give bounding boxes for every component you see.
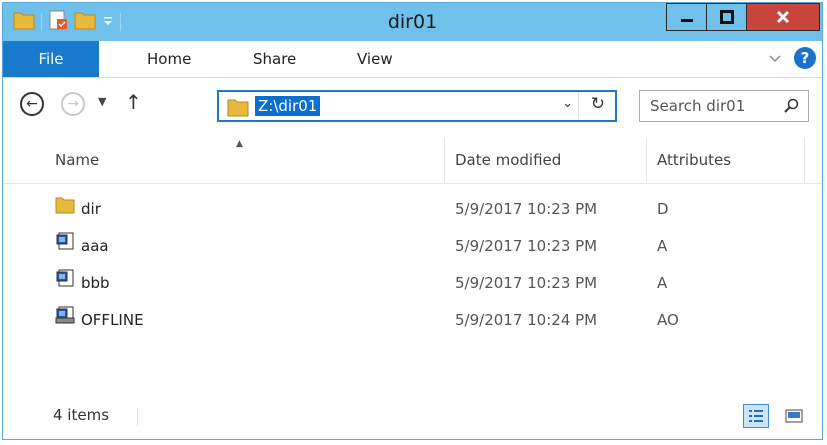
address-bar[interactable]: Z:\dir01 ⌄ ↻ [217,90,617,122]
file-row[interactable]: dir 5/9/2017 10:23 PM D [45,191,805,228]
file-row[interactable]: aaa 5/9/2017 10:23 PM A [45,228,805,265]
window-controls [666,3,820,31]
column-headers: ▲ Name Date modified Attributes [3,137,822,184]
search-input[interactable]: Search dir01 [650,97,745,115]
details-view-icon [749,410,763,422]
help-icon[interactable]: ? [794,47,816,69]
folder-icon [55,191,75,228]
large-icons-view-icon [785,409,803,423]
close-button[interactable] [746,3,820,31]
new-folder-icon[interactable] [74,10,96,34]
recent-locations-button[interactable]: ▼ [98,95,106,108]
tab-file[interactable]: File [3,41,99,77]
minimize-icon [680,19,693,22]
column-header-date-modified[interactable]: Date modified [445,137,647,183]
file-icon [55,228,75,265]
expand-ribbon-icon[interactable] [768,49,782,68]
search-icon[interactable] [784,98,800,118]
forward-button[interactable]: → [61,92,85,116]
folder-icon [13,10,35,34]
up-button[interactable]: ↑ [125,90,142,114]
file-attributes: A [657,237,668,255]
details-view-button[interactable] [743,404,769,428]
offline-file-icon [55,302,75,339]
column-header-attributes[interactable]: Attributes [647,137,805,183]
file-row[interactable]: bbb 5/9/2017 10:23 PM A [45,265,805,302]
file-name: OFFLINE [81,311,144,329]
file-attributes: D [657,200,669,218]
tab-view[interactable]: View [357,41,393,77]
file-name: dir [81,200,101,218]
file-date-modified: 5/9/2017 10:23 PM [455,274,598,292]
search-box[interactable]: Search dir01 [639,90,809,122]
file-date-modified: 5/9/2017 10:23 PM [455,200,598,218]
tab-share[interactable]: Share [253,41,296,77]
title-bar[interactable]: dir01 [3,3,822,41]
tab-home[interactable]: Home [147,41,191,77]
arrow-up-icon: ↑ [125,90,142,114]
close-icon [776,10,790,24]
minimize-button[interactable] [666,3,706,31]
status-divider [137,408,138,426]
item-count: 4 items [53,406,110,424]
back-button[interactable]: ← [20,92,44,116]
toolbar-separator [120,13,121,31]
file-row[interactable]: OFFLINE 5/9/2017 10:24 PM AO [45,302,805,339]
file-date-modified: 5/9/2017 10:23 PM [455,237,598,255]
folder-icon [227,97,249,121]
file-name: bbb [81,274,110,292]
arrow-left-icon: ← [26,96,38,112]
maximize-icon [719,10,734,24]
file-date-modified: 5/9/2017 10:24 PM [455,311,598,329]
maximize-button[interactable] [706,3,746,31]
quick-access-toolbar [13,10,121,34]
file-icon [55,265,75,302]
ribbon-help-area: ? [768,47,816,69]
customize-toolbar-icon[interactable] [102,13,114,32]
status-bar: 4 items [3,398,822,439]
file-name: aaa [81,237,109,255]
properties-icon[interactable] [48,10,68,34]
large-icons-view-button[interactable] [781,404,807,428]
address-path[interactable]: Z:\dir01 [255,96,321,116]
file-attributes: AO [657,311,679,329]
navigation-bar: ← → ▼ ↑ Z:\dir01 ⌄ ↻ Search dir01 [3,78,822,136]
explorer-window: dir01 File Home Share View ? ← → ▼ ↑ Z:\… [2,2,823,440]
chevron-down-icon: ▼ [98,95,107,108]
refresh-icon[interactable]: ↻ [591,94,605,114]
toolbar-separator [41,13,42,31]
address-divider [578,92,579,120]
ribbon-tabs: File Home Share View ? [3,41,822,78]
column-header-name[interactable]: Name [45,137,445,183]
address-dropdown-icon[interactable]: ⌄ [562,96,573,111]
arrow-right-icon: → [67,96,79,112]
file-attributes: A [657,274,668,292]
